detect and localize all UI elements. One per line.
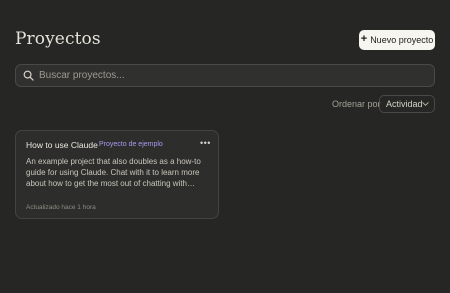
page-title: Proyectos [15,29,101,49]
sort-label: Ordenar por [332,99,381,109]
search-input[interactable] [39,70,419,81]
projects-page: Proyectos + Nuevo proyecto Ordenar por A… [0,0,450,293]
project-card[interactable]: How to use Claude Proyecto de ejemplo ••… [15,130,219,219]
new-project-label: Nuevo proyecto [370,35,434,45]
chevron-down-icon [422,102,429,106]
project-updated: Actualizado hace 1 hora [26,204,96,211]
plus-icon: + [360,33,368,45]
search-icon [23,70,34,81]
project-badge: Proyecto de ejemplo [99,141,163,148]
project-title: How to use Claude [26,140,98,150]
more-horizontal-icon[interactable]: ••• [200,138,211,148]
sort-selected-value: Actividad [386,99,423,109]
new-project-button[interactable]: + Nuevo proyecto [359,30,435,50]
project-description: An example project that also doubles as … [26,157,201,188]
search-bar[interactable] [15,64,435,87]
sort-select[interactable]: Actividad [379,95,435,113]
